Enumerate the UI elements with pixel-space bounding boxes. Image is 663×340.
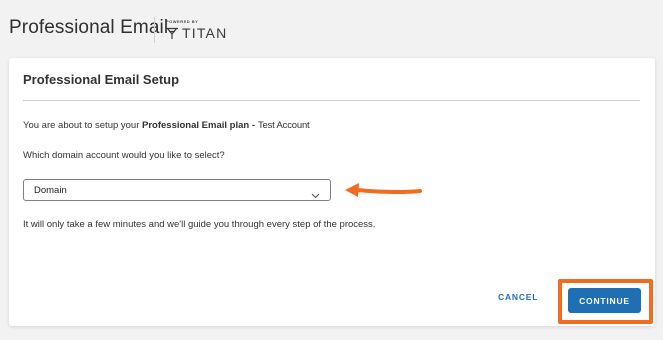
titan-brand-text: TITAN bbox=[182, 25, 228, 41]
chevron-down-icon bbox=[311, 186, 320, 204]
powered-by-label: POWERED BY bbox=[166, 19, 199, 24]
page-title: Professional Email bbox=[9, 17, 169, 38]
account-name: Test Account bbox=[258, 120, 310, 131]
annotation-arrow-icon bbox=[343, 180, 423, 205]
card-divider bbox=[23, 100, 640, 101]
helper-text: It will only take a few minutes and we'l… bbox=[23, 219, 376, 230]
continue-button[interactable]: CONTINUE bbox=[568, 288, 641, 313]
titan-logo: TITAN bbox=[165, 25, 227, 41]
header-divider bbox=[154, 17, 155, 43]
plan-name: Professional Email plan - bbox=[142, 120, 255, 131]
card-title: Professional Email Setup bbox=[23, 72, 180, 87]
domain-question: Which domain account would you like to s… bbox=[23, 150, 225, 161]
intro-prefix: You are about to setup your bbox=[23, 120, 143, 131]
domain-select[interactable]: Domain bbox=[23, 179, 331, 201]
titan-icon bbox=[165, 27, 179, 40]
page-header: Professional Email POWERED BY TITAN bbox=[0, 0, 663, 58]
intro-text: You are about to setup your Professional… bbox=[23, 120, 310, 131]
cancel-button[interactable]: CANCEL bbox=[498, 292, 538, 302]
domain-select-value: Domain bbox=[34, 185, 67, 196]
